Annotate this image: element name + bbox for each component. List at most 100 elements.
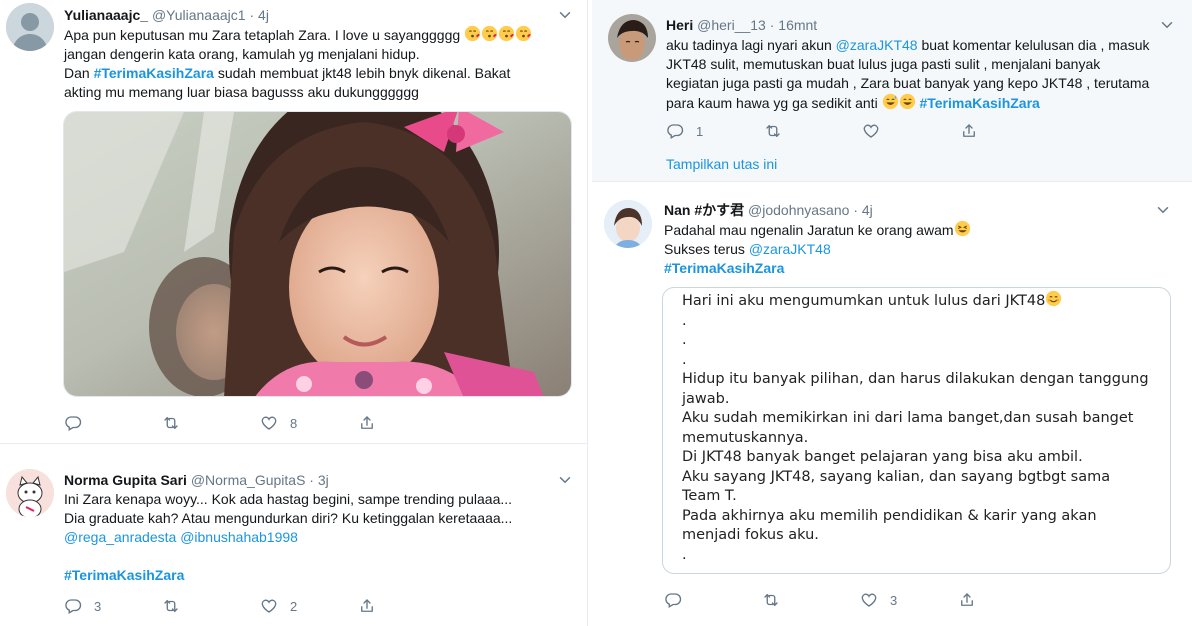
- tweet-line: jangan dengerin kata orang, kamulah yg m…: [64, 46, 420, 62]
- tweet-line-prefix: Sukses terus: [664, 241, 749, 257]
- photo-text-content: Hari ini aku mengumumkan untuk lulus dar…: [682, 290, 1149, 565]
- timestamp[interactable]: 3j: [318, 472, 329, 488]
- share-button[interactable]: [960, 121, 978, 141]
- avatar[interactable]: [604, 200, 652, 248]
- show-thread-link[interactable]: Tampilkan utas ini: [666, 156, 777, 172]
- retweet-button[interactable]: [162, 413, 180, 433]
- retweet-icon: [764, 122, 782, 140]
- separator-dot: ·: [769, 17, 775, 33]
- tweet-text: aku tadinya lagi nyari akun @zaraJKT48 b…: [666, 36, 1150, 113]
- like-count: 3: [890, 592, 898, 608]
- kiss-emoji-icon: [498, 25, 515, 42]
- tweet-yulianaaajc[interactable]: Yulianaaajc_ @Yulianaaajc1 · 4j Apa pun …: [0, 0, 587, 443]
- avatar[interactable]: [6, 469, 54, 517]
- display-name[interactable]: Yulianaaajc_: [64, 7, 148, 23]
- like-button[interactable]: [862, 121, 880, 141]
- tweet-line: Padahal mau ngenalin Jaratun ke orang aw…: [664, 222, 954, 238]
- grin-sweat-emoji-icon: [882, 93, 899, 110]
- display-name[interactable]: Nan #かす君: [664, 202, 744, 218]
- retweet-button[interactable]: [162, 596, 180, 616]
- photo-text-line: Hidup itu banyak pilihan, dan harus dila…: [682, 371, 1149, 387]
- reply-icon: [666, 122, 684, 140]
- photo-text-line: Hari ini aku mengumumkan untuk lulus dar…: [682, 293, 1046, 309]
- share-icon: [960, 122, 978, 140]
- hashtag-link[interactable]: #TerimaKasihZara: [64, 567, 184, 583]
- chevron-down-icon[interactable]: [1154, 201, 1172, 219]
- tweet-header: Yulianaaajc_ @Yulianaaajc1 · 4j: [64, 6, 269, 24]
- share-icon: [358, 597, 376, 615]
- photo-text-line: Pada akhirnya aku memilih pendidikan & k…: [682, 507, 1097, 524]
- tweet-actions: 8: [64, 413, 564, 433]
- tweet-line-prefix: para kaum hawa yg ga sedikit anti: [666, 95, 882, 111]
- heart-icon: [862, 122, 880, 140]
- hashtag-link[interactable]: #TerimaKasihZara: [94, 65, 214, 81]
- chevron-down-icon[interactable]: [556, 471, 574, 489]
- profile-photo-icon: [604, 200, 652, 248]
- reply-button[interactable]: [664, 590, 682, 610]
- tweet-line-suffix: sudah membuat jkt48 lebih bnyk dikenal. …: [213, 65, 511, 81]
- mention-link[interactable]: @ibnushahab1998: [180, 529, 298, 545]
- user-handle[interactable]: @heri__13: [697, 17, 766, 33]
- like-button[interactable]: 3: [860, 590, 897, 610]
- tweet-line-prefix: Dan: [64, 65, 94, 81]
- chevron-down-icon[interactable]: [1158, 16, 1176, 34]
- avatar[interactable]: [608, 14, 656, 62]
- photo-text-line: Aku sudah memikirkan ini dari lama bange…: [682, 410, 1134, 426]
- retweet-button[interactable]: [764, 121, 782, 141]
- heart-icon: [860, 591, 878, 609]
- reply-button[interactable]: 1: [666, 121, 703, 141]
- tweet-line: Dia graduate kah? Atau mengundurkan diri…: [64, 510, 513, 526]
- like-button[interactable]: 2: [260, 596, 297, 616]
- tweet-photo[interactable]: [63, 111, 572, 397]
- timestamp[interactable]: 4j: [258, 7, 269, 23]
- timestamp[interactable]: 16mnt: [778, 17, 817, 33]
- reply-count: 3: [94, 598, 102, 614]
- retweet-button[interactable]: [762, 590, 780, 610]
- photo-text-line: memutuskannya.: [682, 429, 809, 446]
- hashtag-link[interactable]: #TerimaKasihZara: [919, 95, 1039, 111]
- share-button[interactable]: [358, 596, 376, 616]
- laughing-emoji-icon: [954, 220, 971, 237]
- reply-button[interactable]: [64, 413, 82, 433]
- tweet-actions: 1: [666, 121, 1166, 141]
- cat-avatar-icon: [6, 469, 54, 517]
- tweet-heri[interactable]: Heri @heri__13 · 16mnt aku tadinya lagi …: [592, 0, 1192, 181]
- photo-image: [64, 112, 571, 396]
- tweet-norma[interactable]: Norma Gupita Sari @Norma_GupitaS · 3j In…: [0, 444, 587, 626]
- photo-text-line: .: [682, 312, 687, 329]
- tweet-nan[interactable]: Nan #かす君 @jodohnyasano · 4j Padahal mau …: [592, 182, 1192, 626]
- photo-text-line: jawab.: [682, 390, 730, 407]
- kiss-emoji-icon: [464, 25, 481, 42]
- hashtag-link[interactable]: #TerimaKasihZara: [664, 260, 784, 276]
- mention-link[interactable]: @zaraJKT48: [749, 241, 831, 257]
- default-avatar-icon: [6, 3, 54, 51]
- user-handle[interactable]: @Yulianaaajc1: [152, 7, 246, 23]
- photo-text-line: Team T.: [682, 488, 737, 504]
- user-handle[interactable]: @Norma_GupitaS: [191, 472, 306, 488]
- avatar[interactable]: [6, 3, 54, 51]
- mention-link[interactable]: @zaraJKT48: [836, 37, 918, 53]
- like-button[interactable]: 8: [260, 413, 297, 433]
- reply-button[interactable]: 3: [64, 596, 101, 616]
- smile-emoji-icon: [1045, 290, 1062, 307]
- tweet-photo-text[interactable]: Hari ini aku mengumumkan untuk lulus dar…: [662, 287, 1171, 574]
- display-name[interactable]: Norma Gupita Sari: [64, 472, 187, 488]
- reply-icon: [64, 597, 82, 615]
- share-button[interactable]: [958, 590, 976, 610]
- display-name[interactable]: Heri: [666, 17, 693, 33]
- like-count: 2: [290, 598, 298, 614]
- tweet-header: Heri @heri__13 · 16mnt: [666, 16, 817, 34]
- share-button[interactable]: [358, 413, 376, 433]
- retweet-icon: [762, 591, 780, 609]
- kiss-emoji-icon: [515, 25, 532, 42]
- tweet-line: kegiatan juga pasti ga mudah , Zara buat…: [666, 75, 1150, 91]
- mention-link[interactable]: @rega_anradesta: [64, 529, 176, 545]
- photo-text-line: .: [682, 351, 687, 368]
- heart-icon: [260, 414, 278, 432]
- timestamp[interactable]: 4j: [862, 202, 873, 218]
- share-icon: [358, 414, 376, 432]
- chevron-down-icon[interactable]: [556, 6, 574, 24]
- tweet-line: Ini Zara kenapa woyy... Kok ada hastag b…: [64, 491, 513, 507]
- tweet-text: Apa pun keputusan mu Zara tetaplah Zara.…: [64, 25, 532, 102]
- user-handle[interactable]: @jodohnyasano: [748, 202, 849, 218]
